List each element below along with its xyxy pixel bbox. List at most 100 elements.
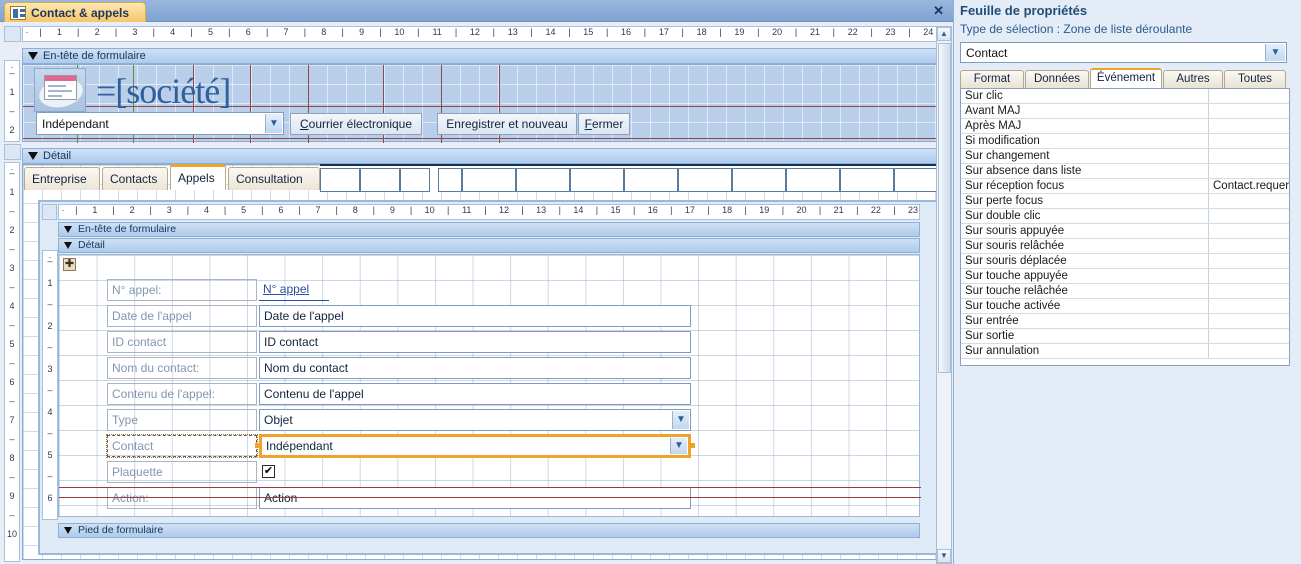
ruler-corner-header <box>4 26 21 42</box>
header-company-combo[interactable]: Indépendant ▼ <box>36 112 284 135</box>
subform-field-control-3[interactable]: ID contact <box>259 331 691 353</box>
subform-field-label-1[interactable]: N° appel: <box>107 279 257 301</box>
property-row[interactable]: Sur changement <box>961 149 1289 164</box>
scrollbar-thumb[interactable] <box>938 43 951 373</box>
form-tab-consultation[interactable]: Consultation <box>228 167 320 190</box>
form-tab-appels[interactable]: Appels <box>170 164 226 190</box>
subform-field-label-8[interactable]: Plaquette <box>107 461 257 483</box>
scroll-up-icon[interactable]: ▲ <box>937 27 951 41</box>
property-row[interactable]: Sur touche activée <box>961 299 1289 314</box>
property-name: Sur changement <box>961 149 1209 163</box>
property-value[interactable] <box>1209 224 1289 238</box>
property-value[interactable] <box>1209 299 1289 313</box>
property-value[interactable] <box>1209 314 1289 328</box>
property-row[interactable]: Sur touche relâchée <box>961 284 1289 299</box>
property-value[interactable] <box>1209 164 1289 178</box>
property-row[interactable]: Sur double clic <box>961 209 1289 224</box>
selection-handle[interactable] <box>690 443 695 448</box>
subform-control[interactable]: · | 1 | 2 | 3 | 4 | 5 | 6 | 7 | 8 | 9 | 10 | 11 | 12 | 13 | 14 | 15 | 16… <box>38 200 938 555</box>
property-tab-format[interactable]: Format <box>960 70 1024 88</box>
subform-detail-canvas[interactable]: ✚ N° appel: N° appel Date de l'appel Date d… <box>58 254 921 517</box>
chevron-down-icon[interactable]: ▼ <box>1265 44 1285 61</box>
object-selector-combo[interactable]: Contact ▼ <box>960 42 1287 63</box>
control-move-handle[interactable]: ✚ <box>63 258 76 271</box>
property-grid[interactable]: Sur clic Avant MAJ Après MAJ Si modificatio… <box>960 88 1290 366</box>
subform-field-control-4[interactable]: Nom du contact <box>259 357 691 379</box>
section-bar-form-header[interactable]: En-tête de formulaire <box>22 48 940 64</box>
property-value[interactable] <box>1209 344 1289 358</box>
form-tab-entreprise[interactable]: Entreprise <box>24 167 100 190</box>
subform-field-control-5[interactable]: Contenu de l'appel <box>259 383 691 405</box>
property-value[interactable] <box>1209 329 1289 343</box>
property-tab-vnement[interactable]: Événement <box>1090 68 1162 88</box>
scroll-down-icon[interactable]: ▼ <box>937 549 951 563</box>
property-name: Sur absence dans liste <box>961 164 1209 178</box>
property-name: Sur souris relâchée <box>961 239 1209 253</box>
property-name: Sur touche relâchée <box>961 284 1209 298</box>
company-logo-placeholder[interactable] <box>34 68 86 112</box>
property-value[interactable] <box>1209 269 1289 283</box>
subform-field-label-7[interactable]: Contact <box>106 434 258 458</box>
property-row[interactable]: Sur touche appuyée <box>961 269 1289 284</box>
subform-field-label-9[interactable]: Action: <box>107 487 257 509</box>
property-value[interactable] <box>1209 194 1289 208</box>
selection-type-value: Zone de liste déroulante <box>1063 22 1193 36</box>
subform-field-control-2[interactable]: Date de l'appel <box>259 305 691 327</box>
chevron-down-icon[interactable]: ▼ <box>670 438 687 454</box>
property-row[interactable]: Sur réception focus Contact.requery <box>961 179 1289 194</box>
property-value[interactable] <box>1209 119 1289 133</box>
subform-checkbox-plaquette[interactable]: ✔ <box>262 465 275 478</box>
property-row[interactable]: Sur entrée <box>961 314 1289 329</box>
property-tab-donnes[interactable]: Données <box>1025 70 1089 88</box>
subform-field-control-7[interactable]: Indépendant ▼ <box>259 434 691 458</box>
selection-type-label: Type de sélection : <box>960 22 1061 36</box>
property-row[interactable]: Après MAJ <box>961 119 1289 134</box>
subform-field-label-3[interactable]: ID contact <box>107 331 257 353</box>
property-row[interactable]: Avant MAJ <box>961 104 1289 119</box>
close-icon[interactable]: ✕ <box>933 3 944 19</box>
subform-field-label-5[interactable]: Contenu de l'appel: <box>107 383 257 405</box>
property-value[interactable] <box>1209 149 1289 163</box>
property-row[interactable]: Sur absence dans liste <box>961 164 1289 179</box>
document-tab-contact-appels[interactable]: Contact & appels <box>4 2 147 22</box>
subform-field-label-6[interactable]: Type <box>107 409 257 431</box>
subform-field-label-2[interactable]: Date de l'appel <box>107 305 257 327</box>
property-value[interactable] <box>1209 239 1289 253</box>
property-row[interactable]: Sur annulation <box>961 344 1289 359</box>
design-pane-scrollbar[interactable]: ▲ ▼ <box>936 26 952 564</box>
property-value[interactable] <box>1209 89 1289 103</box>
property-row[interactable]: Sur souris déplacée <box>961 254 1289 269</box>
property-row[interactable]: Sur souris appuyée <box>961 224 1289 239</box>
subform-section-bar-footer[interactable]: Pied de formulaire <box>58 523 920 538</box>
property-value[interactable] <box>1209 134 1289 148</box>
subform-field-label-4[interactable]: Nom du contact: <box>107 357 257 379</box>
property-row[interactable]: Sur clic <box>961 89 1289 104</box>
chevron-down-icon[interactable]: ▼ <box>672 411 689 429</box>
button-enregistrer-et-nouveau[interactable]: Enregistrer et nouveau <box>437 113 577 135</box>
title-expression-control[interactable]: =[société] <box>96 70 231 112</box>
section-bar-detail[interactable]: Détail <box>22 148 940 164</box>
subform-field-control-6[interactable]: Objet ▼ <box>259 409 691 431</box>
property-value[interactable] <box>1209 284 1289 298</box>
property-row[interactable]: Si modification <box>961 134 1289 149</box>
property-value[interactable] <box>1209 209 1289 223</box>
property-row[interactable]: Sur perte focus <box>961 194 1289 209</box>
property-tab-autres[interactable]: Autres <box>1163 70 1223 88</box>
property-tab-toutes[interactable]: Toutes <box>1224 70 1286 88</box>
selection-handle[interactable] <box>255 443 260 448</box>
subform-field-label-text: Contenu de l'appel: <box>112 387 216 401</box>
subform-field-control-9[interactable]: Action <box>259 487 691 509</box>
property-value[interactable] <box>1209 104 1289 118</box>
subform-field-label-text: Contact <box>112 439 154 453</box>
subform-section-bar-detail[interactable]: Détail <box>58 238 920 253</box>
subform-section-bar-header[interactable]: En-tête de formulaire <box>58 222 920 237</box>
property-row[interactable]: Sur sortie <box>961 329 1289 344</box>
button-fermer[interactable]: Fermer <box>578 113 630 135</box>
form-tab-contacts[interactable]: Contacts <box>102 167 168 190</box>
subform-field-control-1[interactable]: N° appel <box>259 279 329 301</box>
property-value[interactable] <box>1209 254 1289 268</box>
property-value[interactable]: Contact.requery <box>1209 179 1289 193</box>
property-row[interactable]: Sur souris relâchée <box>961 239 1289 254</box>
chevron-down-icon[interactable]: ▼ <box>265 114 282 133</box>
button-courrier-electronique[interactable]: Courrier électronique <box>290 113 422 135</box>
